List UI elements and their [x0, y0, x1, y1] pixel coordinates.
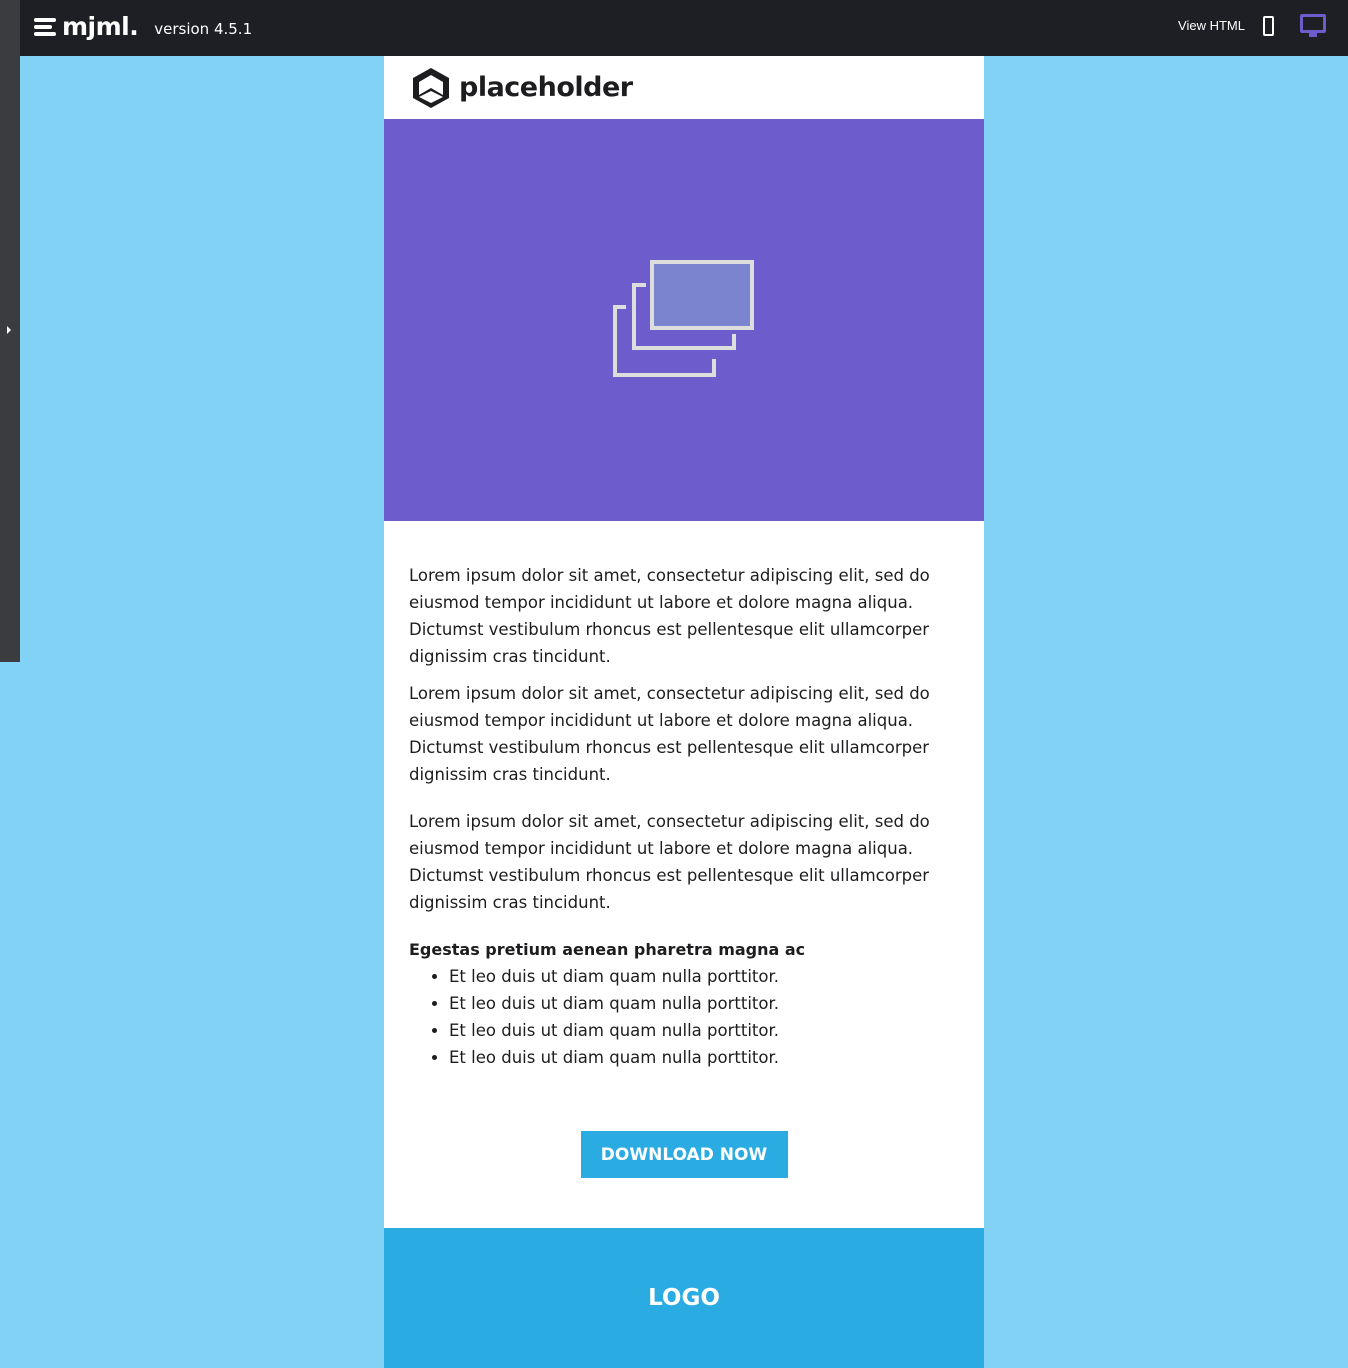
mobile-preview-icon[interactable] [1263, 15, 1274, 36]
view-html-button[interactable]: View HTML [1178, 18, 1245, 33]
list-item: Et leo duis ut diam quam nulla porttitor… [449, 963, 959, 990]
footer-logo: LOGO [648, 1285, 720, 1311]
hero-image [384, 119, 984, 521]
list-item: Et leo duis ut diam quam nulla porttitor… [449, 1017, 959, 1044]
mjml-logo: mjml. version 4.5.1 [34, 12, 252, 41]
bullet-list: Et leo duis ut diam quam nulla porttitor… [409, 963, 959, 1071]
expand-arrow-icon [7, 326, 11, 334]
top-bar: mjml. version 4.5.1 View HTML [0, 0, 1348, 56]
sidebar-toggle[interactable] [0, 0, 20, 662]
desktop-preview-icon[interactable] [1300, 14, 1326, 37]
version-label: version 4.5.1 [154, 19, 253, 38]
body-paragraph: Lorem ipsum dolor sit amet, consectetur … [409, 684, 930, 784]
logo-text: placeholder [459, 72, 633, 103]
image-placeholder-icon [613, 260, 754, 377]
body-paragraph: Lorem ipsum dolor sit amet, consectetur … [409, 812, 930, 912]
placeholder-logo-icon [413, 67, 449, 108]
download-now-button[interactable]: DOWNLOAD NOW [580, 1131, 788, 1178]
email-body: Lorem ipsum dolor sit amet, consectetur … [384, 521, 984, 1228]
list-item: Et leo duis ut diam quam nulla porttitor… [449, 990, 959, 1017]
brand-name: mjml. [62, 12, 139, 41]
email-header: placeholder [384, 56, 984, 119]
list-title: Egestas pretium aenean pharetra magna ac [409, 940, 806, 959]
mjml-logo-icon [34, 17, 56, 36]
list-item: Et leo duis ut diam quam nulla porttitor… [449, 1044, 959, 1071]
email-preview: placeholder Lorem ipsum dolor sit amet, … [384, 56, 984, 1368]
body-paragraph: Lorem ipsum dolor sit amet, consectetur … [409, 566, 930, 666]
email-footer: LOGO [384, 1228, 984, 1368]
